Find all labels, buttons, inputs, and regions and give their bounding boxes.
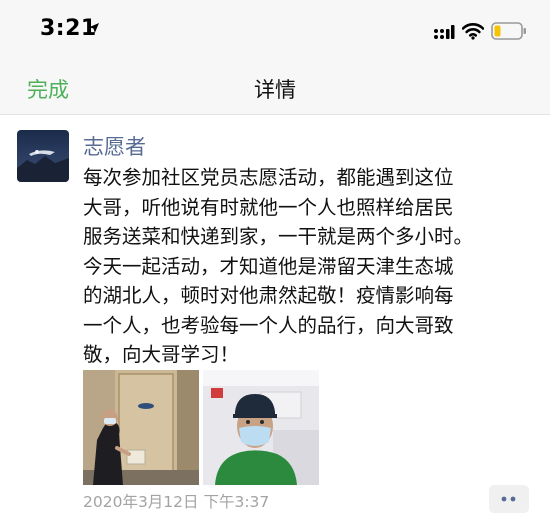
- photo-selfie-masked-volunteer[interactable]: [203, 370, 319, 485]
- post-text-line: 敬，向大哥学习！: [83, 343, 240, 366]
- wifi-icon: [462, 23, 484, 40]
- post-text-line: 大哥，听他说有时就他一个人也照样给居民: [83, 195, 454, 219]
- author-name[interactable]: 志愿者: [83, 131, 146, 161]
- post-text-line: 每次参加社区党员志愿活动，都能遇到这位: [83, 166, 454, 189]
- post-text-line: 今天一起活动，才知道他是滞留天津生态城: [83, 254, 454, 278]
- location-arrow-icon: [89, 23, 99, 33]
- battery-low-icon: [491, 22, 526, 40]
- avatar[interactable]: [17, 130, 69, 182]
- more-dots-icon: [501, 496, 516, 502]
- cellular-signal-icon: [434, 25, 455, 39]
- page-title: 详情: [254, 78, 296, 102]
- navigation-bar: 完成 详情: [0, 64, 550, 115]
- post-timestamp: 2020年3月12日 下午3:37: [83, 493, 270, 511]
- more-actions-button[interactable]: [489, 485, 529, 513]
- post-text: 每次参加社区党员志愿活动，都能遇到这位 大哥，听他说有时就他一个人也照样给居民 …: [83, 163, 543, 370]
- photo-delivery-at-door[interactable]: [83, 370, 199, 485]
- status-bar: 3:21: [0, 0, 550, 64]
- post-text-line: 一个人，也考验每一个人的品行，向大哥致: [83, 313, 454, 337]
- post-text-line: 的湖北人，顿时对他肃然起敬！疫情影响每: [83, 284, 454, 307]
- post-text-line: 服务送菜和快递到家，一干就是两个多小时。: [83, 225, 474, 248]
- moment-post: 志愿者 每次参加社区党员志愿活动，都能遇到这位 大哥，听他说有时就他一个人也照样…: [0, 115, 550, 522]
